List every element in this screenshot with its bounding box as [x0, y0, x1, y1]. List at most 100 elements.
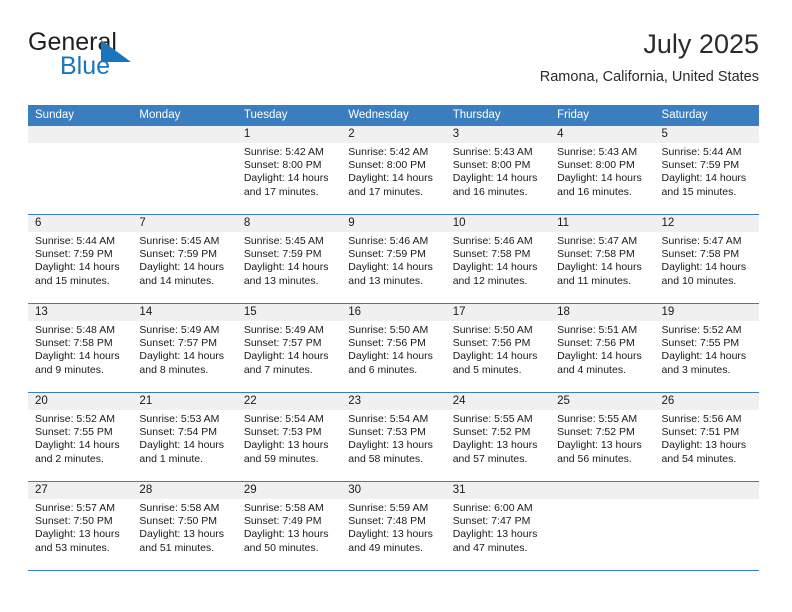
- sunset-text: Sunset: 7:52 PM: [557, 426, 635, 439]
- day-number-band: 29: [236, 482, 342, 499]
- day-number-band: 8: [236, 215, 342, 232]
- daylight-text-line1: Daylight: 14 hours: [557, 350, 642, 363]
- daylight-text-line2: and 16 minutes.: [452, 185, 528, 198]
- sunrise-text: Sunrise: 5:52 AM: [661, 324, 742, 336]
- day-cell[interactable]: 24 Sunrise: 5:55 AM Sunset: 7:52 PM Dayligh…: [445, 393, 551, 481]
- day-cell[interactable]: 22 Sunrise: 5:54 AM Sunset: 7:53 PM Dayligh…: [236, 393, 342, 481]
- day-details: [28, 143, 132, 146]
- daylight-text-line1: Daylight: 14 hours: [35, 261, 120, 274]
- page-masthead: General Blue July 2025 Ramona, Californi…: [28, 28, 759, 96]
- sunset-text: Sunset: 7:56 PM: [557, 337, 635, 350]
- day-number: 5: [661, 128, 668, 140]
- sunrise-text: Sunrise: 5:51 AM: [557, 324, 638, 336]
- daylight-text-line1: Daylight: 14 hours: [348, 261, 433, 274]
- day-cell[interactable]: 15 Sunrise: 5:49 AM Sunset: 7:57 PM Dayligh…: [236, 304, 342, 392]
- sunset-text: Sunset: 7:52 PM: [452, 426, 531, 439]
- day-cell[interactable]: 29 Sunrise: 5:58 AM Sunset: 7:49 PM Dayligh…: [236, 482, 342, 570]
- day-cell[interactable]: 3 Sunrise: 5:43 AM Sunset: 8:00 PM Daylight…: [445, 126, 551, 214]
- day-cell-empty: [550, 482, 655, 570]
- day-cell[interactable]: 30 Sunrise: 5:59 AM Sunset: 7:48 PM Dayligh…: [341, 482, 446, 570]
- daylight-text-line2: and 9 minutes.: [35, 363, 104, 376]
- sunrise-text: Sunrise: 5:43 AM: [557, 146, 638, 158]
- daylight-text-line1: Daylight: 14 hours: [139, 350, 225, 363]
- sunset-text: Sunset: 7:50 PM: [35, 515, 113, 528]
- sunset-text: Sunset: 7:53 PM: [243, 426, 322, 439]
- day-details: Sunrise: 5:56 AM Sunset: 7:51 PM Daylight:…: [655, 410, 759, 466]
- sunset-text: Sunset: 7:58 PM: [452, 248, 531, 261]
- day-details: Sunrise: 5:50 AM Sunset: 7:56 PM Daylight:…: [446, 321, 550, 377]
- daylight-text-line1: Daylight: 14 hours: [452, 261, 538, 274]
- day-number: 13: [35, 306, 48, 318]
- day-cell[interactable]: 25 Sunrise: 5:55 AM Sunset: 7:52 PM Dayligh…: [550, 393, 655, 481]
- sunrise-text: Sunrise: 5:54 AM: [243, 413, 324, 425]
- daylight-text-line1: Daylight: 14 hours: [348, 350, 433, 363]
- day-details: Sunrise: 5:50 AM Sunset: 7:56 PM Daylight:…: [341, 321, 445, 377]
- calendar-week-row: 1 Sunrise: 5:42 AM Sunset: 8:00 PM Daylight…: [28, 126, 759, 215]
- day-cell[interactable]: 21 Sunrise: 5:53 AM Sunset: 7:54 PM Dayligh…: [132, 393, 237, 481]
- day-number: 21: [139, 395, 153, 407]
- daylight-text-line1: Daylight: 14 hours: [452, 172, 538, 185]
- day-number: 15: [243, 306, 257, 318]
- daylight-text-line2: and 16 minutes.: [557, 185, 632, 198]
- calendar-week-row: 27 Sunrise: 5:57 AM Sunset: 7:50 PM Dayligh…: [28, 482, 759, 571]
- sunset-text: Sunset: 7:56 PM: [348, 337, 426, 350]
- day-details: Sunrise: 5:53 AM Sunset: 7:54 PM Daylight:…: [132, 410, 236, 466]
- day-number: 3: [452, 128, 460, 140]
- day-cell[interactable]: 19 Sunrise: 5:52 AM Sunset: 7:55 PM Dayligh…: [654, 304, 759, 392]
- day-cell[interactable]: 9 Sunrise: 5:46 AM Sunset: 7:59 PM Daylight…: [341, 215, 446, 303]
- location-subtitle: Ramona, California, United States: [539, 69, 759, 85]
- day-cell[interactable]: 20 Sunrise: 5:52 AM Sunset: 7:55 PM Dayligh…: [28, 393, 133, 481]
- day-cell[interactable]: 10 Sunrise: 5:46 AM Sunset: 7:58 PM Dayligh…: [445, 215, 551, 303]
- brand-logo[interactable]: General Blue: [28, 28, 228, 90]
- day-cell[interactable]: 7 Sunrise: 5:45 AM Sunset: 7:59 PM Daylight…: [132, 215, 237, 303]
- day-details: Sunrise: 5:43 AM Sunset: 8:00 PM Daylight:…: [446, 143, 550, 199]
- day-cell[interactable]: 12 Sunrise: 5:47 AM Sunset: 7:58 PM Dayligh…: [654, 215, 759, 303]
- day-details: Sunrise: 5:58 AM Sunset: 7:50 PM Daylight:…: [132, 499, 236, 555]
- day-cell[interactable]: 1 Sunrise: 5:42 AM Sunset: 8:00 PM Daylight…: [236, 126, 342, 214]
- day-cell[interactable]: 23 Sunrise: 5:54 AM Sunset: 7:53 PM Dayligh…: [341, 393, 446, 481]
- day-cell[interactable]: 4 Sunrise: 5:43 AM Sunset: 8:00 PM Daylight…: [550, 126, 655, 214]
- sunrise-text: Sunrise: 5:59 AM: [348, 502, 429, 514]
- day-cell[interactable]: 17 Sunrise: 5:50 AM Sunset: 7:56 PM Dayligh…: [445, 304, 551, 392]
- day-number: 6: [35, 217, 42, 229]
- day-cell[interactable]: 16 Sunrise: 5:50 AM Sunset: 7:56 PM Dayligh…: [341, 304, 446, 392]
- sunrise-text: Sunrise: 5:46 AM: [452, 235, 533, 247]
- sunrise-sunset-calendar: Sunday Monday Tuesday Wednesday Thursday Frid…: [28, 105, 759, 571]
- day-cell[interactable]: 18 Sunrise: 5:51 AM Sunset: 7:56 PM Dayligh…: [550, 304, 655, 392]
- day-cell[interactable]: 14 Sunrise: 5:49 AM Sunset: 7:57 PM Dayligh…: [132, 304, 237, 392]
- day-number-band: 23: [341, 393, 446, 410]
- sunrise-text: Sunrise: 5:43 AM: [452, 146, 533, 158]
- day-number: 31: [452, 484, 466, 496]
- day-cell[interactable]: 2 Sunrise: 5:42 AM Sunset: 8:00 PM Daylight…: [341, 126, 446, 214]
- sunset-text: Sunset: 8:00 PM: [452, 159, 531, 172]
- sunrise-text: Sunrise: 5:54 AM: [348, 413, 429, 425]
- day-cell[interactable]: 11 Sunrise: 5:47 AM Sunset: 7:58 PM Dayligh…: [550, 215, 655, 303]
- sunset-text: Sunset: 8:00 PM: [348, 159, 426, 172]
- day-cell[interactable]: 13 Sunrise: 5:48 AM Sunset: 7:58 PM Dayligh…: [28, 304, 133, 392]
- daylight-text-line1: Daylight: 14 hours: [661, 350, 747, 363]
- daylight-text-line1: Daylight: 13 hours: [348, 528, 433, 541]
- sunrise-text: Sunrise: 5:57 AM: [35, 502, 115, 514]
- day-number-band: 28: [132, 482, 237, 499]
- day-cell[interactable]: 28 Sunrise: 5:58 AM Sunset: 7:50 PM Dayligh…: [132, 482, 237, 570]
- daylight-text-line2: and 13 minutes.: [348, 274, 423, 287]
- day-cell[interactable]: 8 Sunrise: 5:45 AM Sunset: 7:59 PM Daylight…: [236, 215, 342, 303]
- day-cell[interactable]: 5 Sunrise: 5:44 AM Sunset: 7:59 PM Daylight…: [654, 126, 759, 214]
- weekday-header-saturday: Saturday: [661, 109, 708, 121]
- day-cell[interactable]: 31 Sunrise: 6:00 AM Sunset: 7:47 PM Dayligh…: [445, 482, 551, 570]
- day-cell[interactable]: 26 Sunrise: 5:56 AM Sunset: 7:51 PM Dayligh…: [654, 393, 759, 481]
- daylight-text-line2: and 53 minutes.: [35, 541, 110, 554]
- sunset-text: Sunset: 7:57 PM: [139, 337, 218, 350]
- sunrise-text: Sunrise: 5:52 AM: [35, 413, 115, 425]
- day-cell[interactable]: 27 Sunrise: 5:57 AM Sunset: 7:50 PM Dayligh…: [28, 482, 133, 570]
- day-details: Sunrise: 5:44 AM Sunset: 7:59 PM Daylight:…: [655, 143, 759, 199]
- daylight-text-line1: Daylight: 14 hours: [35, 439, 120, 452]
- day-details: Sunrise: 5:55 AM Sunset: 7:52 PM Daylight:…: [550, 410, 654, 466]
- daylight-text-line2: and 8 minutes.: [139, 363, 209, 376]
- daylight-text-line2: and 11 minutes.: [557, 274, 632, 287]
- day-cell-empty: [654, 482, 759, 570]
- sunrise-text: Sunrise: 6:00 AM: [452, 502, 533, 514]
- day-details: Sunrise: 5:58 AM Sunset: 7:49 PM Daylight:…: [237, 499, 341, 555]
- day-cell[interactable]: 6 Sunrise: 5:44 AM Sunset: 7:59 PM Daylight…: [28, 215, 133, 303]
- daylight-text-line1: Daylight: 13 hours: [243, 528, 329, 541]
